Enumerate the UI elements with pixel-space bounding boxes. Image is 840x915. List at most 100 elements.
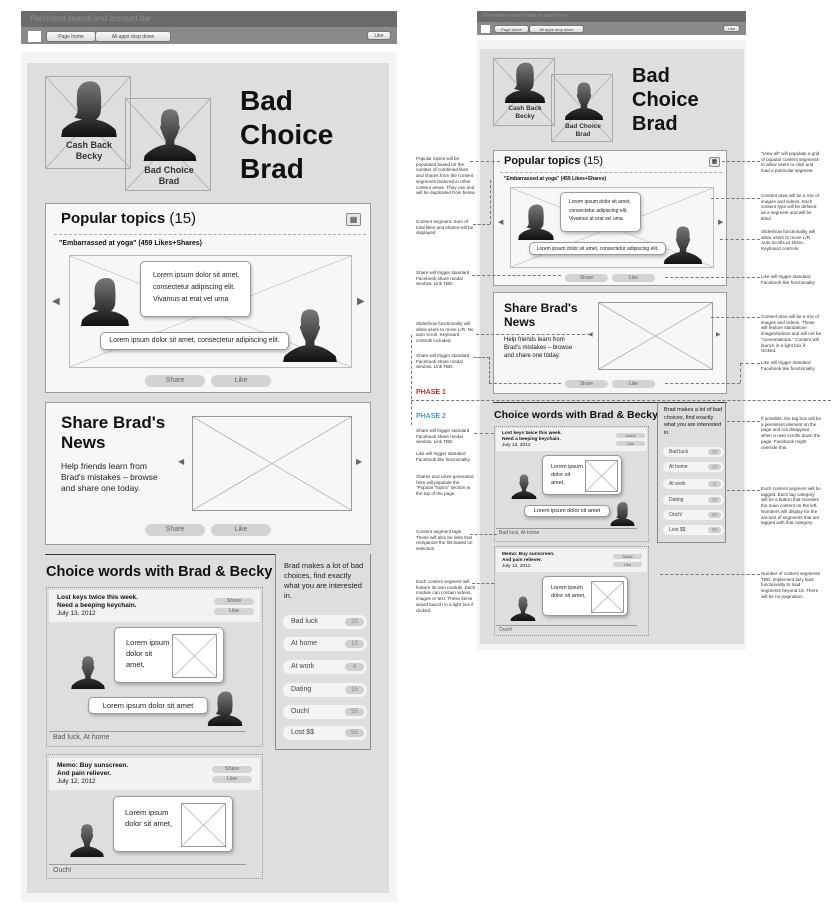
share-button[interactable]: Share	[212, 766, 252, 773]
news-slide[interactable]	[192, 416, 352, 511]
image-placeholder[interactable]	[172, 634, 217, 678]
annotation-note: Each content segment will be tagged. Eac…	[761, 486, 821, 526]
annotation-note: Share will trigger standard Facebook sha…	[416, 353, 470, 370]
topic-title: "Embarrassed at yoga" (459 Likes+Shares)	[504, 176, 607, 182]
arrow-right-icon[interactable]: ▶	[357, 296, 365, 307]
like-button[interactable]: Like	[612, 380, 655, 388]
search-account-bar[interactable]: Persistent search and account bar	[477, 11, 746, 22]
man-silhouette-icon	[557, 80, 611, 120]
title-line: Choice	[240, 119, 334, 150]
leader-line	[660, 574, 760, 575]
like-page-button[interactable]: Like	[723, 25, 740, 32]
tag-item-at-work[interactable]: At work 4	[663, 479, 724, 489]
annotation-note: Like will trigger standard Facebook like…	[416, 451, 471, 462]
popular-topics-panel: Popular topics (15) ▦ "Embarrassed at yo…	[45, 203, 371, 393]
search-bar-label: Persistent search and account bar	[30, 14, 152, 23]
title-line: Brad	[240, 153, 304, 184]
title-line: Brad	[632, 113, 678, 135]
tag-item-at-work[interactable]: At work 4	[283, 660, 367, 674]
segment-tags-link[interactable]: Bad luck, At home	[53, 734, 109, 741]
tag-label: Dating	[291, 686, 312, 693]
grid-icon[interactable]: ▦	[346, 213, 361, 226]
speech-bubble: Lorem ipsum dolor sit amet, consectetur …	[529, 242, 666, 255]
share-button[interactable]: Share	[145, 524, 205, 536]
grid-icon[interactable]: ▦	[709, 157, 720, 167]
segment-headline: Lost keys twice this week. Need a beeping…	[57, 594, 138, 609]
tag-item-at-home[interactable]: At home 13	[663, 462, 724, 472]
app-logo[interactable]	[481, 25, 490, 33]
segment-date: July 12, 2012	[502, 564, 531, 569]
like-button[interactable]: Like	[612, 274, 655, 282]
share-button[interactable]: Share	[616, 433, 645, 438]
leader-line	[711, 317, 760, 318]
leader-line	[476, 334, 590, 335]
avatar-becky[interactable]: Cash Back Becky	[45, 76, 131, 169]
tag-sidebar: Brad makes a lot of bad choices, find ex…	[657, 402, 726, 543]
tag-item-lost-money[interactable]: Lost $$ 55	[663, 525, 724, 535]
tag-item-at-home[interactable]: At home 13	[283, 637, 367, 651]
share-button[interactable]: Share	[613, 554, 642, 559]
annotation-note: Like will trigger standard Facebook like…	[761, 360, 815, 371]
divider	[500, 172, 722, 173]
segment-date: July 13, 2012	[57, 610, 96, 617]
man-silhouette-icon	[506, 595, 540, 621]
tag-label: Lost $$	[291, 729, 314, 736]
like-button[interactable]: Like	[613, 562, 642, 567]
avatar-becky[interactable]: Cash Back Becky	[493, 58, 555, 126]
segment-tags-link[interactable]: Ouch!	[53, 867, 72, 874]
man-silhouette-icon	[65, 654, 111, 689]
speech-bubble: Lorem ipsum dolor sit amet	[524, 505, 610, 517]
news-slide[interactable]	[598, 302, 713, 370]
tag-item-lost-money[interactable]: Lost $$ 55	[283, 726, 367, 740]
image-placeholder[interactable]	[181, 803, 226, 847]
annotation-note: Like will trigger standard Facebook like…	[761, 274, 815, 285]
image-placeholder[interactable]	[585, 460, 618, 492]
search-account-bar[interactable]: Persistent search and account bar	[21, 11, 397, 27]
share-button[interactable]: Share	[565, 380, 608, 388]
avatar-brad[interactable]: Bad Choice Brad	[551, 74, 613, 142]
like-button[interactable]: Like	[214, 608, 254, 615]
tag-item-ouch[interactable]: Ouch! 55	[283, 705, 367, 719]
tag-item-bad-luck[interactable]: Bad luck 23	[283, 615, 367, 629]
speech-bubble: Lorem ipsum dolor sit amet, consectetur …	[100, 332, 289, 350]
segment-tags-link[interactable]: Bad luck, At home	[499, 530, 539, 536]
avatar-brad[interactable]: Bad Choice Brad	[125, 98, 211, 191]
share-button[interactable]: Share	[214, 598, 254, 605]
leader-line	[470, 161, 500, 162]
page-home-button[interactable]: Page home	[46, 31, 96, 42]
all-apps-dropdown[interactable]: All apps drop down	[529, 25, 584, 33]
leader-line	[489, 357, 490, 383]
tag-item-dating[interactable]: Dating 15	[663, 495, 724, 505]
divider	[496, 625, 637, 626]
page-title: Bad Choice Brad	[240, 84, 333, 186]
share-button[interactable]: Share	[565, 274, 608, 282]
segment-header: Memo: Buy sunscreen. And pain reliever. J…	[49, 758, 260, 790]
segment-tags-link[interactable]: Ouch!	[499, 627, 512, 633]
arrow-left-icon[interactable]: ◀	[498, 218, 503, 226]
app-logo[interactable]	[28, 31, 41, 42]
arrow-left-icon[interactable]: ◀	[178, 457, 184, 466]
tag-item-dating[interactable]: Dating 15	[283, 683, 367, 697]
like-page-button[interactable]: Like	[367, 31, 391, 40]
like-button[interactable]: Like	[212, 776, 252, 783]
divider	[496, 528, 637, 529]
like-button[interactable]: Like	[616, 441, 645, 446]
like-button[interactable]: Like	[211, 375, 271, 387]
tag-item-bad-luck[interactable]: Bad luck 23	[663, 447, 724, 457]
like-button[interactable]: Like	[211, 524, 271, 536]
tag-item-ouch[interactable]: Ouch! 55	[663, 510, 724, 520]
share-news-title: Share Brad's News	[504, 301, 578, 329]
tag-sidebar: Brad makes a lot of bad choices, find ex…	[275, 554, 371, 750]
image-placeholder[interactable]	[591, 581, 624, 613]
arrow-left-icon[interactable]: ◀	[52, 296, 60, 307]
share-button[interactable]: Share	[145, 375, 205, 387]
divider	[54, 234, 366, 235]
annotation-note: Number of content segments TBD. Implemen…	[761, 571, 820, 599]
arrow-right-icon[interactable]: ▶	[356, 457, 362, 466]
leader-line	[727, 421, 760, 422]
arrow-right-icon[interactable]: ▶	[716, 331, 721, 338]
page-home-button[interactable]: Page home	[494, 25, 529, 33]
all-apps-dropdown[interactable]: All apps drop down	[95, 31, 171, 42]
annotation-note: Content area will be a mix of images and…	[761, 193, 819, 221]
arrow-right-icon[interactable]: ▶	[718, 218, 723, 226]
